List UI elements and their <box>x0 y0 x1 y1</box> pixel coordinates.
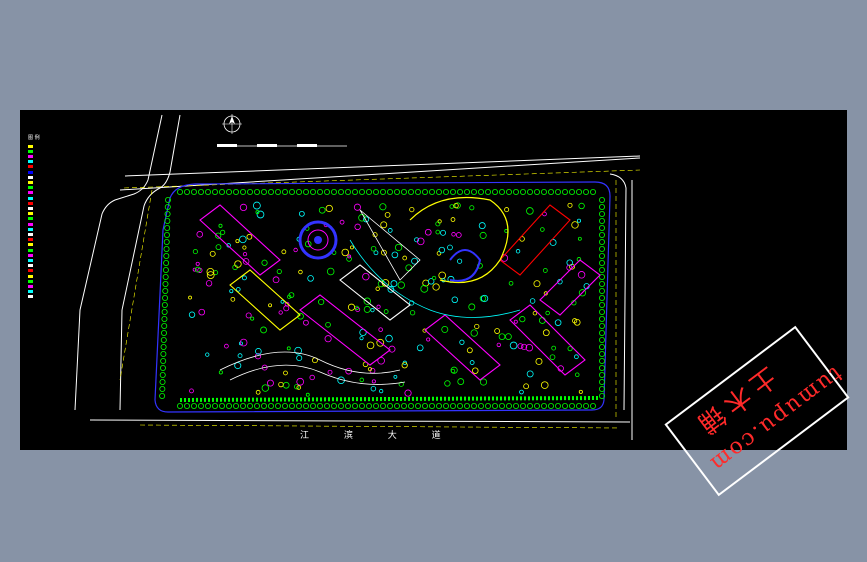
legend-swatch <box>28 295 33 299</box>
central-plaza <box>298 220 338 260</box>
road-label-south: 江 滨 大 道 <box>300 431 457 441</box>
north-arrow-icon <box>222 114 242 134</box>
legend-swatch <box>28 212 33 216</box>
site-boundary <box>154 181 611 413</box>
legend-title: 图 例 <box>28 135 40 141</box>
legend: 图 例 <box>28 135 106 300</box>
legend-items <box>28 144 106 300</box>
legend-swatch <box>28 144 33 148</box>
legend-swatch <box>28 227 33 231</box>
legend-swatch <box>28 175 33 179</box>
legend-swatch <box>28 290 33 294</box>
legend-swatch <box>28 180 33 184</box>
tree-planting <box>159 189 606 409</box>
legend-swatch <box>28 238 33 242</box>
legend-swatch <box>28 206 33 210</box>
legend-swatch <box>28 222 33 226</box>
cad-drawing-canvas: 图 例 江 滨 大 道 土木铺 tumupu.com <box>20 110 850 497</box>
legend-item <box>28 295 106 300</box>
legend-swatch <box>28 253 33 257</box>
legend-swatch <box>28 258 33 262</box>
screen: 图 例 江 滨 大 道 土木铺 tumupu.com <box>0 0 867 562</box>
road-network <box>74 114 641 440</box>
legend-swatch <box>28 264 33 268</box>
landscape-paths <box>219 197 521 385</box>
legend-swatch <box>28 243 33 247</box>
legend-swatch <box>28 284 33 288</box>
legend-swatch <box>28 248 33 252</box>
legend-swatch <box>28 196 33 200</box>
legend-swatch <box>28 170 33 174</box>
legend-swatch <box>28 201 33 205</box>
perimeter-hedge <box>179 396 601 402</box>
legend-swatch <box>28 269 33 273</box>
legend-swatch <box>28 274 33 278</box>
legend-swatch <box>28 191 33 195</box>
legend-swatch <box>28 149 33 153</box>
legend-swatch <box>28 165 33 169</box>
legend-swatch <box>28 279 33 283</box>
legend-swatch <box>28 217 33 221</box>
scale-bar <box>217 144 347 147</box>
legend-swatch <box>28 160 33 164</box>
legend-swatch <box>28 232 33 236</box>
legend-swatch <box>28 154 33 158</box>
legend-swatch <box>28 186 33 190</box>
